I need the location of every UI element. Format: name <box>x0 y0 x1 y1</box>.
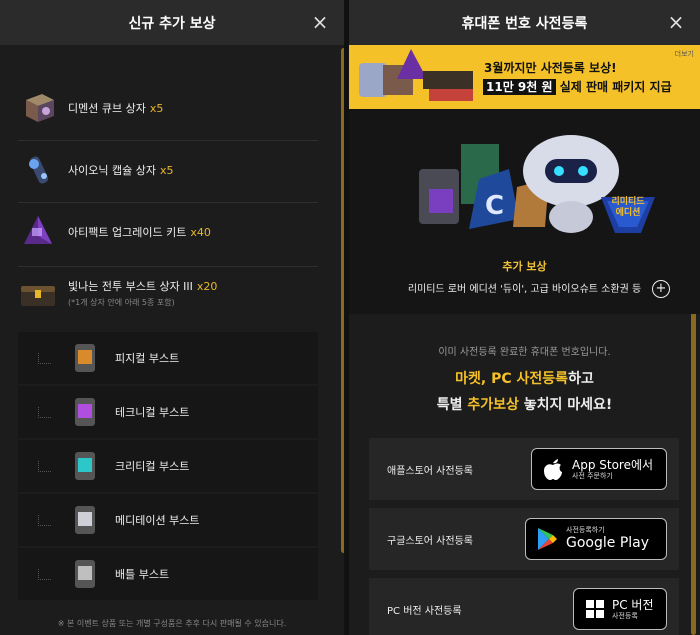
rewards-header: 신규 추가 보상 × <box>0 0 344 45</box>
store-label: PC 버전 사전등록 <box>387 605 462 617</box>
sub-item-meditation: 메디테이션 부스트 <box>18 494 318 546</box>
phone-preregister-panel: 휴대폰 번호 사전등록 × 더보기 3월까지만 사전등록 보상! 11만 9천 … <box>349 0 700 635</box>
tree-connector <box>38 460 51 472</box>
store-row-pc: PC 버전 사전등록 PC 버전 사전등록 <box>369 578 679 635</box>
cta-highlight: 마켓, PC 사전등록 <box>455 371 569 387</box>
app-store-sub: 사전 주문하기 <box>572 471 613 480</box>
sub-item-critical: 크리티컬 부스트 <box>18 440 318 492</box>
store-row-google: 구글스토어 사전등록 사전등록하기 Google Play <box>369 508 679 570</box>
item-qty: x20 <box>196 280 218 293</box>
banner-subline-text: 실제 판매 패키지 지급 <box>555 80 672 94</box>
apple-icon <box>544 459 562 480</box>
item-label: 디멘션 큐브 상자 <box>68 102 146 115</box>
rewards-panel: 신규 추가 보상 × 디멘션 큐브 상자 x5 사이오닉 캡슐 상자 x5 아티팩트… <box>0 0 344 635</box>
limited-edition-badge: 리미티드 에디션 <box>597 197 659 219</box>
more-link[interactable]: 더보기 <box>675 49 694 59</box>
store-row-apple: 애플스토어 사전등록 App Store에서 사전 주문하기 <box>369 438 679 500</box>
pc-sub: 사전등록 <box>612 611 638 620</box>
store-label: 구글스토어 사전등록 <box>387 535 473 547</box>
plus-icon[interactable]: + <box>652 280 670 298</box>
limited-rover-icon: C <box>419 135 655 233</box>
item-qty: x5 <box>159 164 174 177</box>
google-play-sub: 사전등록하기 <box>566 526 605 534</box>
list-item: 사이오닉 캡슐 상자 x5 <box>18 150 318 190</box>
sub-item-label: 피지컬 부스트 <box>115 352 180 365</box>
cta-highlight: 추가보상 <box>467 397 519 413</box>
reward-description: 리미티드 로버 에디션 '듀이', 고급 바이오슈트 소환권 등 <box>407 284 642 295</box>
svg-text:C: C <box>485 191 504 221</box>
app-store-button[interactable]: App Store에서 사전 주문하기 <box>531 448 667 490</box>
scrollbar[interactable] <box>341 48 344 553</box>
preregister-title: 휴대폰 번호 사전등록 <box>461 15 588 32</box>
cta-text: 놓치지 마세요! <box>518 397 613 413</box>
cta-line-1: 마켓, PC 사전등록하고 <box>349 368 700 388</box>
item-note: (*1개 상자 안에 아래 5종 포함) <box>68 298 175 307</box>
banner-subline: 11만 9천 원 실제 판매 패키지 지급 <box>483 78 672 95</box>
divider <box>18 202 318 203</box>
banner-headline: 3월까지만 사전등록 보상! <box>484 61 617 75</box>
package-items-icon <box>359 49 473 101</box>
tree-connector <box>38 406 51 418</box>
close-icon[interactable]: × <box>666 10 686 34</box>
sub-item-label: 메디테이션 부스트 <box>115 514 200 527</box>
battle-boost-box-icon <box>21 286 55 306</box>
google-play-main: Google Play <box>566 535 650 551</box>
sub-item-technical: 테크니컬 부스트 <box>18 386 318 438</box>
sub-item-battle: 배틀 부스트 <box>18 548 318 600</box>
close-icon[interactable]: × <box>310 10 330 34</box>
sub-item-physical: 피지컬 부스트 <box>18 332 318 384</box>
artifact-upgrade-kit-icon <box>24 216 52 244</box>
battle-boost-icon <box>75 560 95 588</box>
banner-price: 11만 9천 원 <box>483 79 556 95</box>
promo-banner[interactable]: 더보기 3월까지만 사전등록 보상! 11만 9천 원 실제 판매 패키지 지급 <box>349 45 700 109</box>
cta-line-2: 특별 추가보상 놓치지 마세요! <box>349 394 700 414</box>
tree-connector <box>38 352 51 364</box>
google-play-button[interactable]: 사전등록하기 Google Play <box>525 518 667 560</box>
meditation-boost-icon <box>75 506 95 534</box>
badge-line2: 에디션 <box>615 208 641 218</box>
reward-title: 추가 보상 <box>502 260 547 273</box>
pc-main: PC 버전 <box>612 597 654 612</box>
cta-text: 하고 <box>568 371 594 387</box>
app-store-main: App Store에서 <box>572 457 654 472</box>
list-item: 빛나는 전투 부스트 상자 III x20 (*1개 상자 안에 아래 5종 포함… <box>18 278 318 320</box>
tree-connector <box>38 568 51 580</box>
psionic-capsule-box-icon <box>29 156 49 184</box>
tree-connector <box>38 514 51 526</box>
item-label: 아티팩트 업그레이드 키트 <box>68 226 187 239</box>
sub-item-label: 테크니컬 부스트 <box>115 406 190 419</box>
item-qty: x5 <box>149 102 164 115</box>
store-label: 애플스토어 사전등록 <box>387 465 473 477</box>
list-item: 아티팩트 업그레이드 키트 x40 <box>18 212 318 252</box>
technical-boost-icon <box>75 398 95 426</box>
divider <box>18 140 318 141</box>
physical-boost-icon <box>75 344 95 372</box>
list-item: 디멘션 큐브 상자 x5 <box>18 88 318 128</box>
google-play-icon <box>538 528 557 550</box>
cta-text: 특별 <box>436 397 468 413</box>
divider <box>18 266 318 267</box>
item-qty: x40 <box>190 226 211 239</box>
sub-item-label: 배틀 부스트 <box>115 568 170 581</box>
windows-icon <box>586 600 604 618</box>
footer-note: ※ 본 이벤트 상품 또는 개별 구성품은 추후 다시 판매될 수 있습니다. <box>57 619 287 628</box>
badge-line1: 리미티드 <box>611 197 645 207</box>
pc-preregister-button[interactable]: PC 버전 사전등록 <box>573 588 667 630</box>
sub-item-label: 크리티컬 부스트 <box>115 460 190 473</box>
already-registered-text: 이미 사전등록 완료한 휴대폰 번호입니다. <box>438 347 611 358</box>
item-label: 사이오닉 캡슐 상자 <box>68 164 156 177</box>
item-label: 빛나는 전투 부스트 상자 III <box>68 280 193 293</box>
dimension-cube-box-icon <box>26 94 54 122</box>
critical-boost-icon <box>75 452 95 480</box>
rewards-title: 신규 추가 보상 <box>128 15 216 32</box>
preregister-header: 휴대폰 번호 사전등록 × <box>349 0 700 45</box>
